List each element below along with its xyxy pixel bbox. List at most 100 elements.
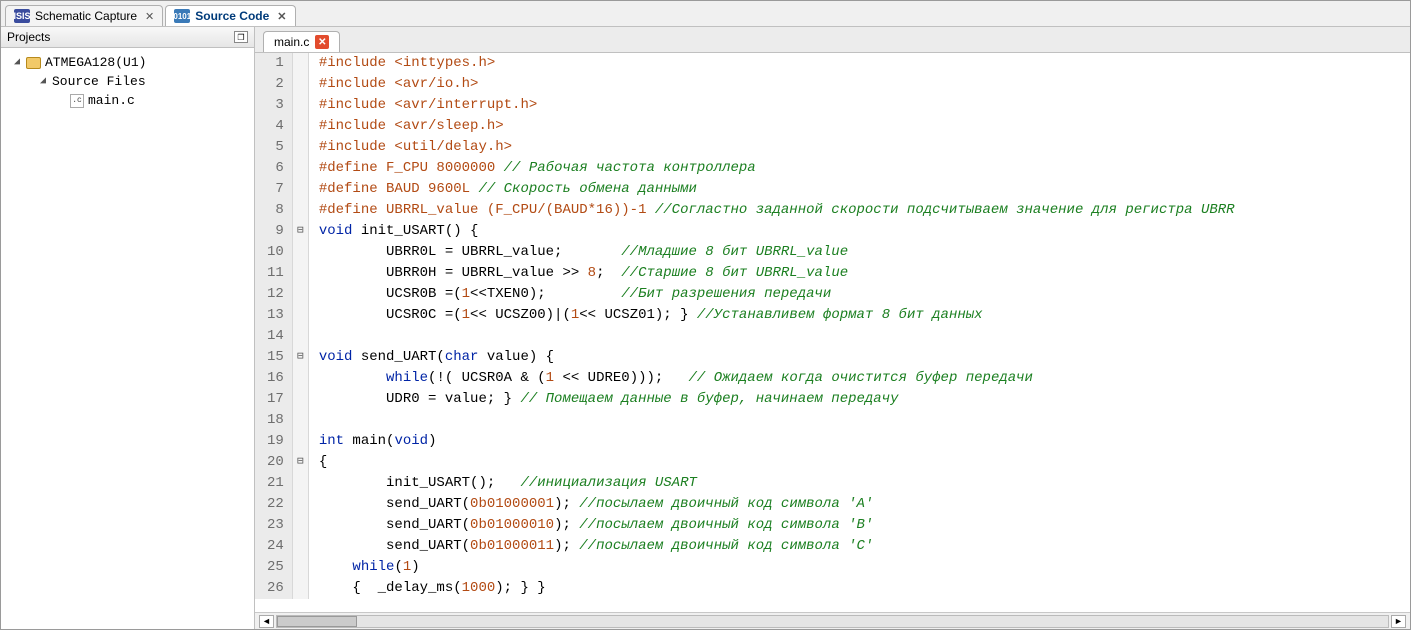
code-line[interactable]: 16 while(!( UCSR0A & (1 << UDRE0))); // … <box>255 368 1235 389</box>
fold-gutter <box>292 515 308 536</box>
code-line[interactable]: 9⊟void init_USART() { <box>255 221 1235 242</box>
tree-item-file[interactable]: .c main.c <box>4 91 251 110</box>
code-line[interactable]: 2 #include <avr/io.h> <box>255 74 1235 95</box>
panel-title: Projects <box>7 30 50 44</box>
code-line[interactable]: 3#include <avr/interrupt.h> <box>255 95 1235 116</box>
code-content[interactable]: #include <inttypes.h> <box>308 53 1234 74</box>
fold-gutter <box>292 179 308 200</box>
fold-gutter <box>292 74 308 95</box>
horizontal-scrollbar[interactable]: ◄ ► <box>255 612 1410 629</box>
scroll-track[interactable] <box>276 615 1389 628</box>
projects-panel: Projects ❐ ◢ ATMEGA128(U1) ◢ Source File… <box>1 27 255 629</box>
code-line[interactable]: 25 while(1) <box>255 557 1235 578</box>
code-line[interactable]: 15⊟void send_UART(char value) { <box>255 347 1235 368</box>
fold-toggle-icon[interactable]: ⊟ <box>292 452 308 473</box>
chip-icon: ISIS <box>14 9 30 23</box>
code-line[interactable]: 26 { _delay_ms(1000); } } <box>255 578 1235 599</box>
code-content[interactable] <box>308 326 1234 347</box>
scroll-left-icon[interactable]: ◄ <box>259 615 274 628</box>
chevron-down-icon[interactable]: ◢ <box>12 54 22 71</box>
line-number: 2 <box>255 74 292 95</box>
code-content[interactable]: #define BAUD 9600L // Скорость обмена да… <box>308 179 1234 200</box>
scroll-thumb[interactable] <box>277 616 357 627</box>
code-line[interactable]: 10 UBRR0L = UBRRL_value; //Младшие 8 бит… <box>255 242 1235 263</box>
code-content[interactable]: void send_UART(char value) { <box>308 347 1234 368</box>
code-line[interactable]: 24 send_UART(0b01000011); //посылаем дво… <box>255 536 1235 557</box>
tree-label: main.c <box>88 92 135 109</box>
close-icon[interactable]: ✕ <box>315 35 329 49</box>
code-scroll[interactable]: 1 #include <inttypes.h> 2 #include <avr/io.… <box>255 53 1410 612</box>
line-number: 19 <box>255 431 292 452</box>
code-content[interactable]: while(!( UCSR0A & (1 << UDRE0))); // Ожи… <box>308 368 1234 389</box>
code-content[interactable]: int main(void) <box>308 431 1234 452</box>
file-tab-main-c[interactable]: main.c ✕ <box>263 31 340 52</box>
line-number: 1 <box>255 53 292 74</box>
code-line[interactable]: 23 send_UART(0b01000010); //посылаем дво… <box>255 515 1235 536</box>
fold-toggle-icon[interactable]: ⊟ <box>292 221 308 242</box>
code-line[interactable]: 20⊟{ <box>255 452 1235 473</box>
code-content[interactable]: while(1) <box>308 557 1234 578</box>
code-line[interactable]: 8#define UBRRL_value (F_CPU/(BAUD*16))-1… <box>255 200 1235 221</box>
c-file-icon: .c <box>70 94 84 108</box>
code-content[interactable]: { _delay_ms(1000); } } <box>308 578 1234 599</box>
fold-gutter <box>292 95 308 116</box>
code-line[interactable]: 17 UDR0 = value; } // Помещаем данные в … <box>255 389 1235 410</box>
code-line[interactable]: 5#include <util/delay.h> <box>255 137 1235 158</box>
code-line[interactable]: 12 UCSR0B =(1<<TXEN0); //Бит разрешения … <box>255 284 1235 305</box>
code-content[interactable]: #include <avr/sleep.h> <box>308 116 1234 137</box>
line-number: 20 <box>255 452 292 473</box>
projects-panel-header: Projects ❐ <box>1 27 254 48</box>
fold-toggle-icon[interactable]: ⊟ <box>292 347 308 368</box>
code-content[interactable]: #define F_CPU 8000000 // Рабочая частота… <box>308 158 1234 179</box>
code-line[interactable]: 21 init_USART(); //инициализация USART <box>255 473 1235 494</box>
code-line[interactable]: 13 UCSR0C =(1<< UCSZ00)|(1<< UCSZ01); } … <box>255 305 1235 326</box>
code-content[interactable]: init_USART(); //инициализация USART <box>308 473 1234 494</box>
fold-gutter <box>292 137 308 158</box>
code-content[interactable]: UDR0 = value; } // Помещаем данные в буф… <box>308 389 1234 410</box>
scroll-right-icon[interactable]: ► <box>1391 615 1406 628</box>
close-icon[interactable]: ✕ <box>145 10 154 23</box>
code-line[interactable]: 1 #include <inttypes.h> <box>255 53 1235 74</box>
tree-label: Source Files <box>52 73 146 90</box>
code-content[interactable]: #include <avr/interrupt.h> <box>308 95 1234 116</box>
tab-schematic-capture[interactable]: ISIS Schematic Capture ✕ <box>5 5 163 26</box>
code-line[interactable]: 14 <box>255 326 1235 347</box>
fold-gutter <box>292 557 308 578</box>
fold-gutter <box>292 410 308 431</box>
code-content[interactable]: send_UART(0b01000010); //посылаем двоичн… <box>308 515 1234 536</box>
tab-label: Schematic Capture <box>35 9 137 23</box>
code-editor[interactable]: 1 #include <inttypes.h> 2 #include <avr/io.… <box>255 53 1235 599</box>
fold-gutter <box>292 431 308 452</box>
code-content[interactable]: send_UART(0b01000001); //посылаем двоичн… <box>308 494 1234 515</box>
fold-gutter <box>292 284 308 305</box>
line-number: 9 <box>255 221 292 242</box>
code-content[interactable]: #include <util/delay.h> <box>308 137 1234 158</box>
code-content[interactable]: #include <avr/io.h> <box>308 74 1234 95</box>
projects-tree: ◢ ATMEGA128(U1) ◢ Source Files .c main.c <box>1 48 254 629</box>
popout-icon[interactable]: ❐ <box>234 31 248 43</box>
chevron-down-icon[interactable]: ◢ <box>38 73 48 90</box>
tab-source-code[interactable]: 0101 Source Code ✕ <box>165 5 295 26</box>
close-icon[interactable]: ✕ <box>277 10 286 23</box>
code-line[interactable]: 22 send_UART(0b01000001); //посылаем дво… <box>255 494 1235 515</box>
code-content[interactable]: UBRR0H = UBRRL_value >> 8; //Старшие 8 б… <box>308 263 1234 284</box>
line-number: 23 <box>255 515 292 536</box>
code-content[interactable]: UCSR0C =(1<< UCSZ00)|(1<< UCSZ01); } //У… <box>308 305 1234 326</box>
code-content[interactable]: #define UBRRL_value (F_CPU/(BAUD*16))-1 … <box>308 200 1234 221</box>
code-content[interactable]: void init_USART() { <box>308 221 1234 242</box>
line-number: 24 <box>255 536 292 557</box>
code-line[interactable]: 18 <box>255 410 1235 431</box>
code-content[interactable]: send_UART(0b01000011); //посылаем двоичн… <box>308 536 1234 557</box>
code-line[interactable]: 7#define BAUD 9600L // Скорость обмена д… <box>255 179 1235 200</box>
tree-item-source-files[interactable]: ◢ Source Files <box>4 72 251 91</box>
code-line[interactable]: 19 int main(void) <box>255 431 1235 452</box>
code-line[interactable]: 4#include <avr/sleep.h> <box>255 116 1235 137</box>
code-line[interactable]: 11 UBRR0H = UBRRL_value >> 8; //Старшие … <box>255 263 1235 284</box>
code-content[interactable]: UBRR0L = UBRRL_value; //Младшие 8 бит UB… <box>308 242 1234 263</box>
fold-gutter <box>292 578 308 599</box>
code-line[interactable]: 6#define F_CPU 8000000 // Рабочая частот… <box>255 158 1235 179</box>
code-content[interactable] <box>308 410 1234 431</box>
code-content[interactable]: { <box>308 452 1234 473</box>
code-content[interactable]: UCSR0B =(1<<TXEN0); //Бит разрешения пер… <box>308 284 1234 305</box>
tree-item-project[interactable]: ◢ ATMEGA128(U1) <box>4 53 251 72</box>
